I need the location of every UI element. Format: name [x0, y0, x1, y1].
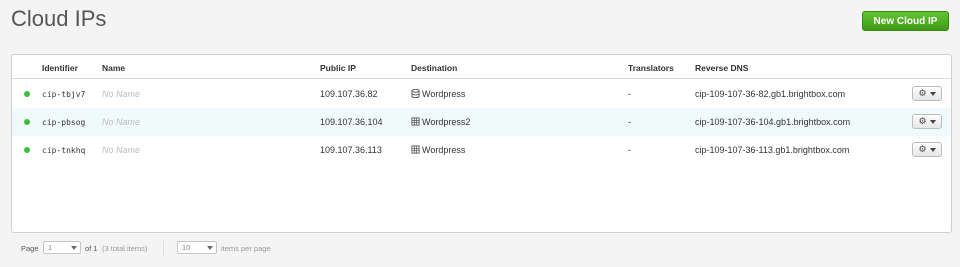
chevron-down-icon — [929, 147, 936, 152]
column-translators[interactable]: Translators — [628, 63, 674, 73]
pagination-bar: Page 1 of 1 (3 total items) 10 items per… — [11, 240, 952, 258]
per-page-select[interactable]: 10 — [177, 241, 217, 254]
reverse-dns-cell: cip-109-107-36-104.gb1.brightbox.com — [695, 117, 851, 127]
table-row[interactable]: cip-pbsog No Name 109.107.36.104 Wordpre… — [12, 108, 951, 136]
row-actions-button[interactable]: ⚙ — [912, 86, 942, 101]
reverse-dns-cell: cip-109-107-36-82.gb1.brightbox.com — [695, 89, 846, 99]
chevron-down-icon — [71, 246, 77, 250]
divider — [163, 241, 164, 256]
total-items: (3 total items) — [102, 244, 148, 253]
row-actions-button[interactable]: ⚙ — [912, 142, 942, 157]
page-select[interactable]: 1 — [43, 241, 81, 254]
database-icon — [411, 89, 420, 98]
per-page-label: items per page — [221, 244, 271, 253]
column-destination[interactable]: Destination — [411, 63, 457, 73]
server-icon — [411, 145, 420, 154]
page-label: Page — [21, 244, 39, 253]
public-ip-cell: 109.107.36.113 — [320, 145, 382, 155]
destination-label: Wordpress — [422, 145, 466, 155]
public-ip-cell: 109.107.36.82 — [320, 89, 378, 99]
cloud-ips-table: Identifier Name Public IP Destination Tr… — [11, 54, 952, 233]
destination-label: Wordpress2 — [422, 117, 471, 127]
column-name[interactable]: Name — [102, 63, 125, 73]
column-reverse-dns[interactable]: Reverse DNS — [695, 63, 748, 73]
chevron-down-icon — [929, 119, 936, 124]
page-title: Cloud IPs — [11, 6, 107, 31]
table-row[interactable]: cip-tnkhq No Name 109.107.36.113 Wordpre… — [12, 136, 951, 164]
row-actions-button[interactable]: ⚙ — [912, 114, 942, 129]
destination-cell[interactable]: Wordpress — [411, 89, 465, 99]
table-header: Identifier Name Public IP Destination Tr… — [12, 55, 951, 79]
identifier-cell[interactable]: cip-pbsog — [42, 118, 85, 127]
public-ip-cell: 109.107.36.104 — [320, 117, 383, 127]
translators-cell: - — [628, 117, 631, 127]
identifier-cell[interactable]: cip-tbjv7 — [42, 90, 85, 99]
destination-label: Wordpress — [422, 89, 466, 99]
chevron-down-icon — [207, 246, 213, 250]
destination-cell[interactable]: Wordpress — [411, 145, 465, 155]
per-page-select-value: 10 — [182, 243, 191, 252]
translators-cell: - — [628, 145, 631, 155]
name-cell: No Name — [102, 89, 141, 99]
page-select-value: 1 — [48, 243, 53, 252]
status-active-icon — [24, 147, 30, 153]
page-count: of 1 — [85, 244, 98, 253]
gear-icon: ⚙ — [918, 144, 927, 154]
destination-cell[interactable]: Wordpress2 — [411, 117, 470, 127]
status-active-icon — [24, 91, 30, 97]
name-cell: No Name — [102, 145, 141, 155]
identifier-cell[interactable]: cip-tnkhq — [42, 146, 85, 155]
reverse-dns-cell: cip-109-107-36-113.gb1.brightbox.com — [695, 145, 850, 155]
translators-cell: - — [628, 89, 631, 99]
status-active-icon — [24, 119, 30, 125]
chevron-down-icon — [929, 91, 936, 96]
column-public-ip[interactable]: Public IP — [320, 63, 356, 73]
server-icon — [411, 117, 420, 126]
new-cloud-ip-button[interactable]: New Cloud IP — [862, 11, 949, 31]
gear-icon: ⚙ — [918, 116, 927, 126]
table-row[interactable]: cip-tbjv7 No Name 109.107.36.82 Wordpres… — [12, 80, 951, 108]
column-identifier[interactable]: Identifier — [42, 63, 78, 73]
name-cell: No Name — [102, 117, 141, 127]
gear-icon: ⚙ — [918, 88, 927, 98]
